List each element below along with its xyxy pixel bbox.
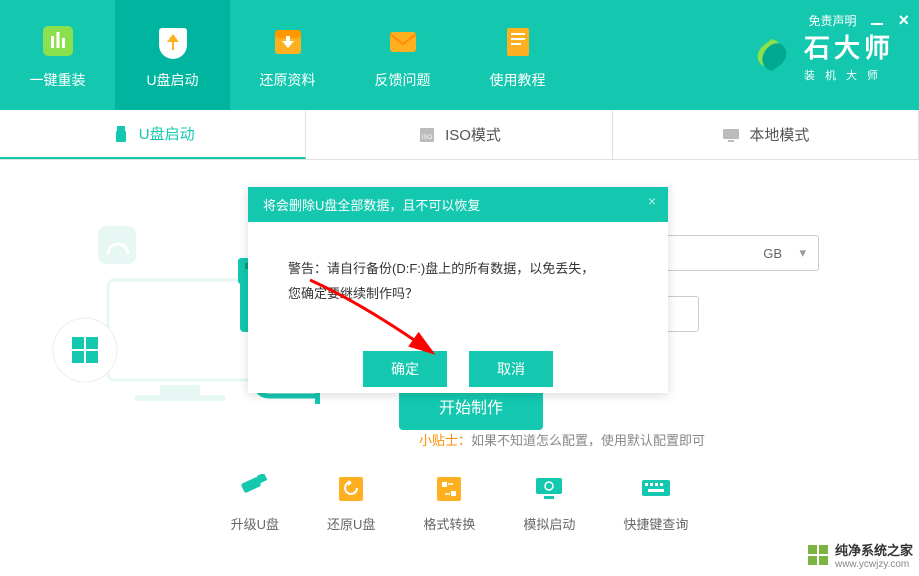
usb-boot-icon	[152, 20, 194, 62]
tabs: U盘启动 ISO ISO模式 本地模式	[0, 110, 919, 160]
nav-feedback[interactable]: 反馈问题	[345, 0, 460, 110]
watermark: 纯净系统之家 www.ycwjzy.com	[807, 540, 913, 570]
nav-label: 一键重装	[30, 70, 86, 90]
watermark-title: 纯净系统之家	[835, 540, 913, 559]
simulate-boot-icon	[529, 474, 569, 504]
bottom-simulate-boot[interactable]: 模拟启动	[523, 474, 575, 533]
bottom-shortcut-query[interactable]: 快捷键查询	[623, 474, 688, 533]
brand-subtitle: 装机大师	[804, 67, 894, 83]
modal-body: 警告：请自行备份(D:F:)盘上的所有数据，以免丢失， 您确定要继续制作吗？	[248, 222, 668, 341]
modal-warning-line2: 您确定要继续制作吗？	[288, 282, 628, 307]
tab-label: U盘启动	[139, 123, 195, 144]
tip-text: 如果不知道怎么配置，使用默认配置即可	[471, 433, 705, 448]
tab-iso[interactable]: ISO ISO模式	[306, 110, 612, 159]
nav-tutorial[interactable]: 使用教程	[460, 0, 575, 110]
header: 一键重装 U盘启动 还原资料 反馈问题 使用教程 石大师 装机大师	[0, 0, 919, 110]
tip: 小贴士：如果不知道怎么配置，使用默认配置即可	[419, 430, 705, 449]
tab-label: 本地模式	[749, 124, 809, 145]
watermark-url: www.ycwjzy.com	[835, 559, 913, 570]
brand: 石大师 装机大师	[752, 28, 894, 83]
disclaimer-link[interactable]: 免责声明	[808, 12, 856, 29]
nav-usb-boot[interactable]: U盘启动	[115, 0, 230, 110]
select-value: GB	[763, 246, 782, 261]
modal-header: 将会删除U盘全部数据，且不可以恢复 ×	[248, 187, 668, 222]
modal-ok-button[interactable]: 确定	[363, 351, 447, 387]
restore-icon	[267, 20, 309, 62]
modal-footer: 确定 取消	[248, 341, 668, 407]
nav-label: U盘启动	[146, 70, 198, 90]
tutorial-icon	[497, 20, 539, 62]
bottom-label: 快捷键查询	[623, 514, 688, 533]
bottom-restore-usb[interactable]: 还原U盘	[327, 474, 375, 533]
nav-label: 使用教程	[490, 70, 546, 90]
restore-usb-icon	[331, 474, 371, 504]
bottom-label: 还原U盘	[327, 514, 375, 533]
iso-icon: ISO	[417, 125, 437, 145]
bottom-upgrade-usb[interactable]: 升级U盘	[231, 474, 279, 533]
reinstall-icon	[37, 20, 79, 62]
confirm-modal: 将会删除U盘全部数据，且不可以恢复 × 警告：请自行备份(D:F:)盘上的所有数…	[248, 187, 668, 393]
feedback-icon	[382, 20, 424, 62]
tab-usb-boot[interactable]: U盘启动	[0, 110, 306, 159]
svg-text:ISO: ISO	[422, 135, 433, 141]
brand-logo-icon	[752, 35, 792, 75]
bottom-label: 格式转换	[423, 514, 475, 533]
modal-close-button[interactable]: ×	[648, 193, 656, 209]
chevron-down-icon: ▾	[799, 245, 806, 261]
nav-reinstall[interactable]: 一键重装	[0, 0, 115, 110]
modal-warning-line1: 警告：请自行备份(D:F:)盘上的所有数据，以免丢失，	[288, 257, 628, 282]
modal-title: 将会删除U盘全部数据，且不可以恢复	[263, 198, 480, 213]
nav-label: 反馈问题	[375, 70, 431, 90]
bottom-format-convert[interactable]: 格式转换	[423, 474, 475, 533]
tip-label: 小贴士：	[419, 433, 471, 448]
bottom-toolbar: 升级U盘 还原U盘 格式转换 模拟启动 快捷键查询	[0, 474, 919, 533]
nav-label: 还原资料	[260, 70, 316, 90]
watermark-logo-icon	[807, 544, 829, 566]
local-icon	[721, 125, 741, 145]
bottom-label: 升级U盘	[231, 514, 279, 533]
minimize-button[interactable]	[871, 14, 883, 28]
brand-title: 石大师	[804, 28, 894, 65]
upgrade-usb-icon	[235, 474, 275, 504]
bottom-label: 模拟启动	[523, 514, 575, 533]
shortcut-query-icon	[636, 474, 676, 504]
usb-icon	[111, 124, 131, 144]
tab-label: ISO模式	[445, 124, 501, 145]
nav-restore[interactable]: 还原资料	[230, 0, 345, 110]
modal-cancel-button[interactable]: 取消	[469, 351, 553, 387]
close-button[interactable]: ×	[898, 10, 909, 31]
format-convert-icon	[429, 474, 469, 504]
tab-local[interactable]: 本地模式	[613, 110, 919, 159]
